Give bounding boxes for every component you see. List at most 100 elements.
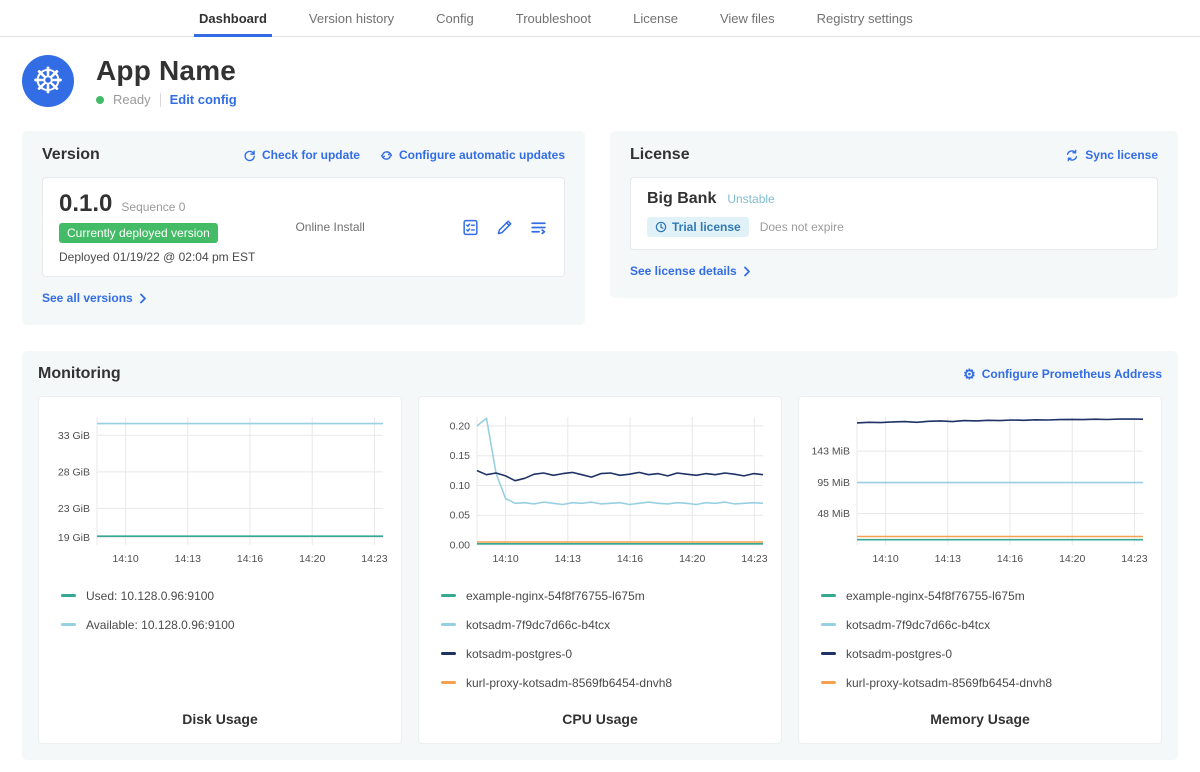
sync-license-link[interactable]: Sync license (1065, 148, 1158, 162)
current-version-box: 0.1.0 Sequence 0 Currently deployed vers… (42, 177, 565, 277)
charts-row: 14:10 14:13 14:16 14:20 14:23 33 GiB 28 GiB 23 … (38, 396, 1162, 744)
configure-prometheus-label: Configure Prometheus Address (982, 367, 1162, 381)
disk-usage-legend: Used: 10.128.0.96:9100Available: 10.128.… (49, 581, 391, 639)
tab-troubleshoot[interactable]: Troubleshoot (495, 0, 612, 36)
app-title: App Name (96, 55, 237, 87)
tab-version-history[interactable]: Version history (288, 0, 415, 36)
legend-item: kurl-proxy-kotsadm-8569fb6454-dnvh8 (821, 668, 1151, 697)
series-color-swatch (821, 652, 836, 655)
tab-registry-settings[interactable]: Registry settings (796, 0, 934, 36)
svg-text:14:10: 14:10 (492, 553, 518, 565)
svg-text:14:20: 14:20 (299, 553, 325, 565)
svg-text:95 MiB: 95 MiB (817, 477, 850, 489)
tab-config[interactable]: Config (415, 0, 495, 36)
logs-icon (529, 218, 548, 237)
chevron-right-icon (139, 293, 147, 304)
edit-config-link[interactable]: Edit config (170, 92, 237, 107)
svg-text:48 MiB: 48 MiB (817, 508, 850, 520)
trial-license-label: Trial license (672, 220, 741, 234)
deployed-version-badge: Currently deployed version (59, 223, 218, 243)
trial-license-badge: Trial license (647, 217, 749, 237)
version-sequence: Sequence 0 (121, 200, 185, 214)
tab-license[interactable]: License (612, 0, 699, 36)
check-for-update-link[interactable]: Check for update (243, 148, 360, 162)
edit-pencil-icon (495, 218, 514, 237)
release-notes-button[interactable] (461, 218, 480, 237)
svg-text:28 GiB: 28 GiB (58, 466, 90, 478)
app-logo: ☸ (22, 55, 74, 107)
series-label: kotsadm-postgres-0 (846, 647, 952, 661)
monitoring-card: Monitoring ⚙ Configure Prometheus Addres… (22, 351, 1178, 760)
series-color-swatch (441, 681, 456, 684)
svg-text:14:16: 14:16 (617, 553, 643, 565)
series-label: kotsadm-7f9dc7d66c-b4tcx (466, 618, 610, 632)
svg-text:14:23: 14:23 (361, 553, 387, 565)
cpu-usage-title: CPU Usage (429, 697, 771, 727)
release-notes-icon (461, 218, 480, 237)
svg-text:14:20: 14:20 (1059, 553, 1085, 565)
svg-text:0.00: 0.00 (450, 540, 471, 552)
svg-text:14:13: 14:13 (935, 553, 961, 565)
license-box: Big Bank Unstable Trial license Does not… (630, 177, 1158, 250)
license-channel: Unstable (727, 192, 774, 206)
svg-text:19 GiB: 19 GiB (58, 532, 90, 544)
see-license-details-link[interactable]: See license details (630, 264, 751, 278)
series-label: kotsadm-postgres-0 (466, 647, 572, 661)
series-color-swatch (61, 623, 76, 626)
edit-config-button[interactable] (495, 218, 514, 237)
tab-view-files[interactable]: View files (699, 0, 796, 36)
configure-automatic-updates-label: Configure automatic updates (399, 148, 565, 162)
series-color-swatch (821, 623, 836, 626)
svg-text:0.15: 0.15 (450, 450, 471, 462)
svg-text:33 GiB: 33 GiB (58, 430, 90, 442)
version-number: 0.1.0 (59, 190, 112, 218)
gear-icon: ⚙ (963, 367, 976, 381)
series-color-swatch (61, 594, 76, 597)
series-label: kotsadm-7f9dc7d66c-b4tcx (846, 618, 990, 632)
svg-text:0.10: 0.10 (450, 480, 471, 492)
disk-usage-title: Disk Usage (49, 697, 391, 727)
series-label: example-nginx-54f8f76755-l675m (466, 589, 645, 603)
series-label: kurl-proxy-kotsadm-8569fb6454-dnvh8 (846, 676, 1052, 690)
disk-usage-plot: 14:1014:1314:1614:2014:2333 GiB28 GiB23 … (49, 409, 391, 571)
series-color-swatch (821, 681, 836, 684)
svg-text:0.20: 0.20 (450, 420, 471, 432)
disk-usage-chart-box: 14:1014:1314:1614:2014:2333 GiB28 GiB23 … (38, 396, 402, 744)
memory-usage-plot: 14:1014:1314:1614:2014:23143 MiB95 MiB48… (809, 409, 1151, 571)
see-all-versions-label: See all versions (42, 291, 133, 305)
configure-prometheus-link[interactable]: ⚙ Configure Prometheus Address (963, 367, 1162, 381)
svg-text:14:13: 14:13 (175, 553, 201, 565)
legend-item: kotsadm-postgres-0 (441, 639, 771, 668)
series-color-swatch (441, 623, 456, 626)
svg-text:14:23: 14:23 (1121, 553, 1147, 565)
tab-dashboard[interactable]: Dashboard (178, 0, 288, 36)
svg-text:143 MiB: 143 MiB (811, 446, 850, 458)
memory-usage-chart-box: 14:1014:1314:1614:2014:23143 MiB95 MiB48… (798, 396, 1162, 744)
see-all-versions-link[interactable]: See all versions (42, 291, 147, 305)
configure-automatic-updates-link[interactable]: Configure automatic updates (380, 148, 565, 162)
series-label: Available: 10.128.0.96:9100 (86, 618, 235, 632)
app-status: Ready (113, 92, 151, 107)
legend-item: kotsadm-postgres-0 (821, 639, 1151, 668)
license-card: License Sync license Big Bank Unstable T… (610, 131, 1178, 298)
series-label: kurl-proxy-kotsadm-8569fb6454-dnvh8 (466, 676, 672, 690)
deploy-logs-button[interactable] (529, 218, 548, 237)
svg-text:14:10: 14:10 (872, 553, 898, 565)
monitoring-title: Monitoring (38, 365, 121, 383)
app-header: ☸ App Name Ready Edit config (0, 37, 1200, 107)
cpu-usage-svg: 14:1014:1314:1614:2014:230.200.150.100.0… (429, 409, 769, 571)
series-color-swatch (441, 594, 456, 597)
legend-item: Available: 10.128.0.96:9100 (61, 610, 391, 639)
license-card-title: License (630, 146, 690, 164)
clock-icon (655, 221, 667, 233)
series-color-swatch (441, 652, 456, 655)
legend-item: kotsadm-7f9dc7d66c-b4tcx (441, 610, 771, 639)
kubernetes-wheel-icon: ☸ (32, 63, 64, 99)
chevron-right-icon (743, 266, 751, 277)
divider (160, 93, 161, 107)
legend-item: example-nginx-54f8f76755-l675m (821, 581, 1151, 610)
cpu-usage-legend: example-nginx-54f8f76755-l675m kotsadm-7f… (429, 581, 771, 697)
svg-text:23 GiB: 23 GiB (58, 503, 90, 515)
svg-text:14:16: 14:16 (237, 553, 263, 565)
see-license-details-label: See license details (630, 264, 737, 278)
